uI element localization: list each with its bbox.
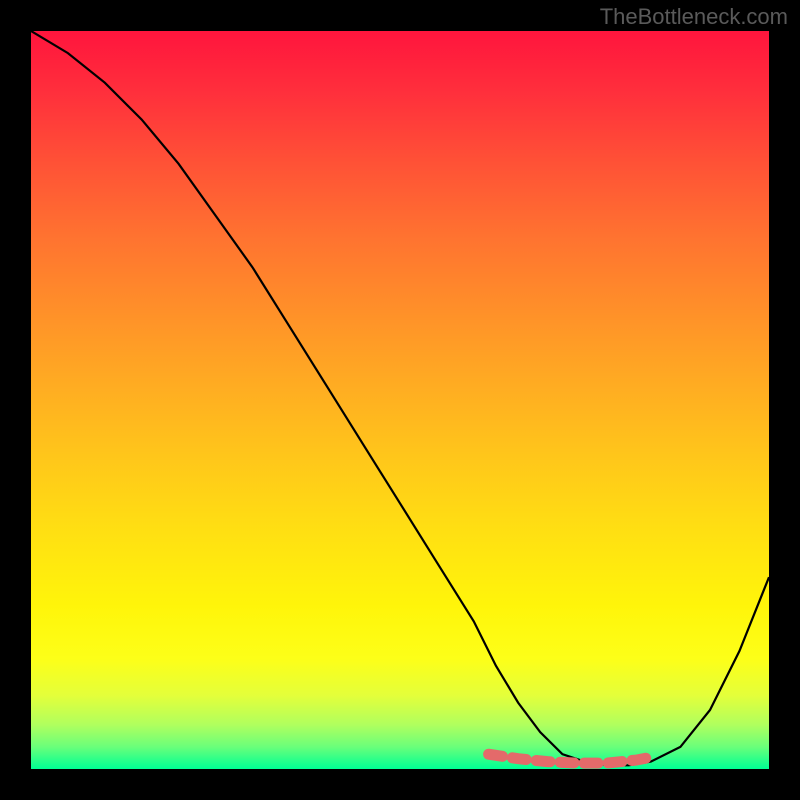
watermark-text: TheBottleneck.com (600, 4, 788, 30)
optimal-highlight-segment (31, 31, 769, 769)
chart-plot-area (31, 31, 769, 769)
